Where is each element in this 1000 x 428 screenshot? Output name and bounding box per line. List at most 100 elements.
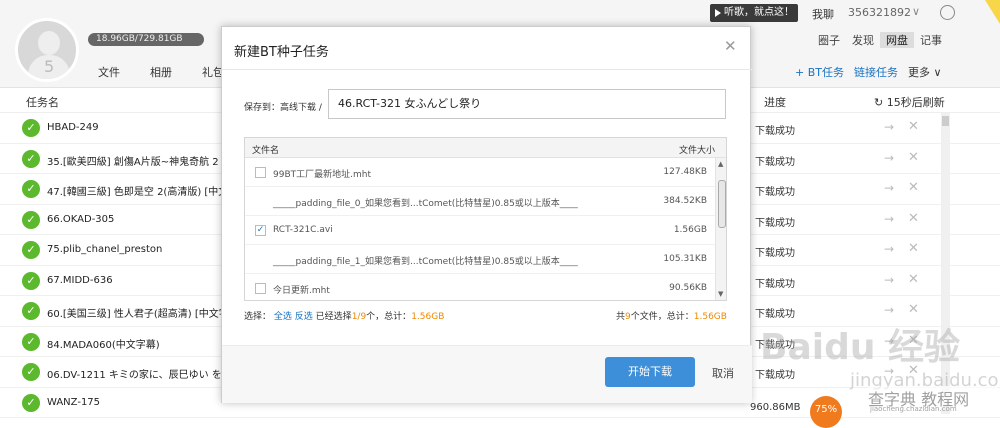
music-promo-button[interactable]: 听歌，就点这！ — [710, 4, 798, 22]
nav-tabs: 文件 相册 礼包 — [98, 64, 224, 80]
file-scrollbar[interactable]: ▲ ▼ — [715, 158, 726, 300]
user-id[interactable]: 356321892 — [848, 6, 911, 19]
link-netdisk[interactable]: 网盘 — [880, 32, 914, 48]
chevron-down-icon[interactable]: ∨ — [912, 5, 920, 18]
arrow-right-icon[interactable]: → — [884, 303, 894, 317]
settings-icon[interactable] — [940, 5, 955, 20]
refresh-label: 15秒后刷新 — [886, 96, 945, 109]
task-status: 下载成功 — [755, 248, 795, 259]
tab-album[interactable]: 相册 — [150, 64, 172, 80]
bt-task-button[interactable]: + BT任务 — [795, 64, 844, 80]
task-name: WANZ-175 — [47, 396, 101, 408]
task-status: 下载成功 — [755, 278, 795, 290]
success-check-icon: ✓ — [22, 393, 40, 412]
scroll-up-icon[interactable]: ▲ — [718, 160, 723, 168]
refresh-button[interactable]: ↻ 15秒后刷新 — [874, 94, 945, 110]
selected-prefix: 已经选择 — [315, 312, 352, 322]
file-row[interactable]: ✓ RCT-321C.avi 1.56GB — [245, 216, 715, 245]
task-name: HBAD-249 — [47, 122, 99, 133]
total-summary: 共9个文件，总计：1.56GB — [616, 309, 727, 322]
start-download-button[interactable]: 开始下载 — [605, 357, 695, 387]
success-check-icon: ✓ — [22, 271, 40, 290]
arrow-right-icon[interactable]: → — [884, 242, 894, 256]
file-name: RCT-321C.avi — [273, 225, 333, 235]
arrow-right-icon[interactable]: → — [884, 181, 894, 195]
task-name: 66.OKAD-305 — [47, 213, 115, 225]
task-status: 下载成功 — [755, 217, 795, 229]
selected-mid: 个，总计： — [366, 312, 412, 322]
close-icon[interactable]: ✕ — [908, 241, 919, 256]
watermark-logo: Baidu 经验 — [760, 327, 961, 368]
file-row[interactable]: 今日更新.mht 90.56KB — [245, 274, 715, 300]
select-label: 选择： — [244, 312, 272, 322]
success-check-icon: ✓ — [22, 149, 40, 168]
file-name: 今日更新.mht — [273, 286, 330, 296]
success-check-icon: ✓ — [22, 180, 40, 198]
arrow-right-icon[interactable]: → — [884, 120, 894, 134]
scroll-down-icon[interactable]: ▼ — [718, 290, 723, 298]
close-icon[interactable]: ✕ — [908, 150, 919, 165]
selection-summary: 选择： 全选 反选 已经选择1/9个，总计：1.56GB — [244, 309, 444, 322]
quick-links: 圈子 发现 网盘 记事 — [812, 32, 948, 48]
close-icon[interactable]: ✕ — [908, 180, 919, 195]
task-status: 下载成功 — [755, 187, 795, 198]
close-icon[interactable]: ✕ — [908, 211, 919, 226]
file-size: 127.48KB — [663, 167, 707, 177]
watermark-site-url: jiaocheng.chazidian.com — [870, 405, 957, 413]
save-folder-input[interactable]: 46.RCT-321 女ふんどし祭り — [328, 89, 726, 119]
invert-selection-link[interactable]: 反选 — [295, 312, 313, 322]
bt-task-dialog: 新建BT种子任务 ✕ 保存到：高线下载 / 46.RCT-321 女ふんどし祭り… — [221, 26, 752, 403]
select-all-link[interactable]: 全选 — [274, 312, 292, 322]
file-name: 99BT工厂最新地址.mht — [273, 170, 371, 180]
close-icon[interactable]: ✕ — [908, 302, 919, 317]
link-task-button[interactable]: 链接任务 — [854, 64, 898, 80]
success-check-icon: ✓ — [22, 241, 40, 259]
task-name: 47.[韓國三級] 色即是空 2(高清版) [中文字 — [47, 187, 239, 198]
storage-usage: 18.96GB/729.81GB — [88, 33, 204, 46]
col-file-name: 文件名 — [252, 146, 280, 156]
col-progress: 进度 — [764, 96, 786, 109]
avatar-number: 5 — [44, 57, 55, 76]
file-name: _____padding_file_0_如果您看到...tComet(比特彗星)… — [273, 199, 578, 209]
task-name: 60.[美国三级] 性人君子(超高清) [中文字幕 — [47, 309, 239, 320]
file-row[interactable]: _____padding_file_0_如果您看到...tComet(比特彗星)… — [245, 187, 715, 216]
progress-badge[interactable]: 75% — [810, 396, 842, 428]
arrow-right-icon[interactable]: → — [884, 273, 894, 287]
close-icon[interactable]: ✕ — [724, 37, 737, 55]
file-checkbox-checked[interactable]: ✓ — [255, 225, 266, 236]
success-check-icon: ✓ — [22, 302, 40, 320]
scrollbar-thumb[interactable] — [718, 180, 726, 228]
file-size: 90.56KB — [669, 283, 707, 293]
arrow-right-icon[interactable]: → — [884, 151, 894, 165]
arrow-right-icon[interactable]: → — [884, 212, 894, 226]
close-icon[interactable]: ✕ — [908, 119, 919, 134]
more-menu[interactable]: 更多 ∨ — [908, 64, 942, 80]
divider — [222, 69, 752, 70]
success-check-icon: ✓ — [22, 363, 40, 381]
selected-count: 1/9 — [351, 312, 367, 322]
my-link[interactable]: 我聊 — [812, 6, 834, 22]
link-circle[interactable]: 圈子 — [812, 32, 846, 48]
scrollbar-thumb[interactable] — [942, 116, 949, 126]
cancel-button[interactable]: 取消 — [712, 365, 734, 381]
avatar[interactable]: 5 — [15, 18, 79, 82]
col-file-size: 文件大小 — [679, 146, 716, 156]
tab-files[interactable]: 文件 — [98, 64, 120, 80]
file-size: 105.31KB — [663, 254, 707, 264]
file-row[interactable]: 99BT工厂最新地址.mht 127.48KB — [245, 158, 715, 187]
total-prefix: 共 — [616, 312, 626, 322]
link-discover[interactable]: 发现 — [846, 32, 880, 48]
file-checkbox[interactable] — [255, 167, 266, 178]
close-icon[interactable]: ✕ — [908, 272, 919, 287]
avatar-head-shape — [38, 31, 60, 55]
file-row[interactable]: _____padding_file_1_如果您看到...tComet(比特彗星)… — [245, 245, 715, 274]
link-notes[interactable]: 记事 — [914, 32, 948, 48]
dialog-title: 新建BT种子任务 — [234, 45, 329, 60]
file-name: _____padding_file_1_如果您看到...tComet(比特彗星)… — [273, 257, 578, 267]
task-name: 75.plib_chanel_preston — [47, 244, 163, 255]
file-checkbox[interactable] — [255, 283, 266, 294]
task-size: 960.86MB — [750, 402, 801, 413]
task-name: 35.[歐美四級] 創傷A片版~神鬼奇航 2 [中文 — [47, 156, 246, 168]
file-table: 文件名 文件大小 99BT工厂最新地址.mht 127.48KB _____pa… — [244, 137, 727, 301]
dialog-footer: 开始下载 取消 — [222, 345, 752, 403]
